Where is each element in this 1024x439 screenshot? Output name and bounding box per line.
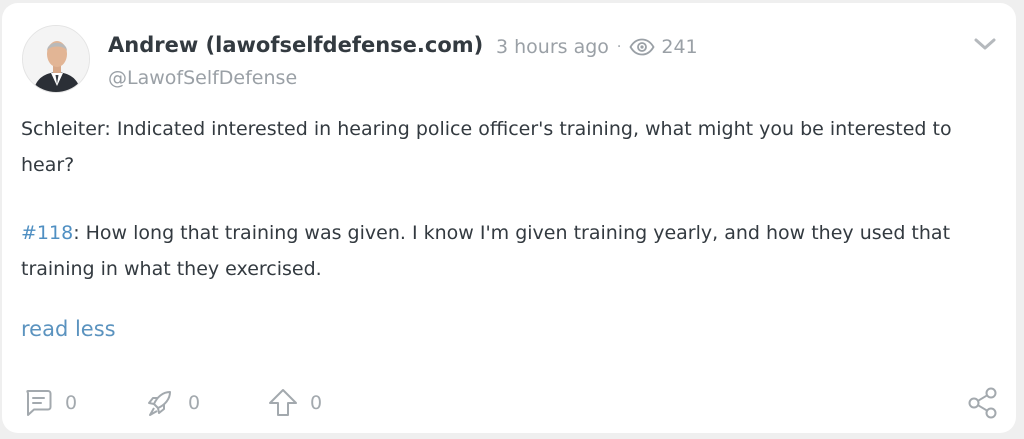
author-handle[interactable]: @LawofSelfDefense (108, 67, 297, 89)
post-card: Andrew (lawofselfdefense.com) 3 hours ag… (2, 3, 1016, 433)
post-meta: 3 hours ago · 241 (496, 36, 698, 58)
avatar-image (23, 26, 89, 92)
avatar[interactable] (22, 25, 90, 93)
author-name[interactable]: Andrew (lawofselfdefense.com) (108, 33, 483, 57)
upvote-button[interactable]: 0 (267, 387, 322, 419)
hashtag-link[interactable]: #118 (21, 222, 73, 244)
eye-icon (629, 38, 655, 56)
meta-separator: · (616, 39, 622, 55)
chevron-down-icon[interactable] (972, 34, 998, 54)
view-count: 241 (661, 36, 698, 58)
post-time: 3 hours ago (496, 36, 609, 58)
post-paragraph: Schleiter: Indicated interested in heari… (21, 118, 952, 176)
paragraph-text: : How long that training was given. I kn… (21, 222, 951, 280)
comment-button[interactable]: 0 (22, 387, 77, 419)
upvote-count: 0 (310, 392, 323, 414)
boost-count: 0 (188, 392, 201, 414)
post-paragraph: #118: How long that training was given. … (21, 215, 1001, 287)
rocket-icon (148, 391, 171, 416)
arrow-up-icon (269, 389, 297, 416)
boost-button[interactable]: 0 (145, 387, 200, 419)
share-icon[interactable] (967, 386, 999, 420)
comment-icon (26, 390, 52, 416)
comment-count: 0 (65, 392, 78, 414)
read-less-link[interactable]: read less (21, 317, 116, 341)
